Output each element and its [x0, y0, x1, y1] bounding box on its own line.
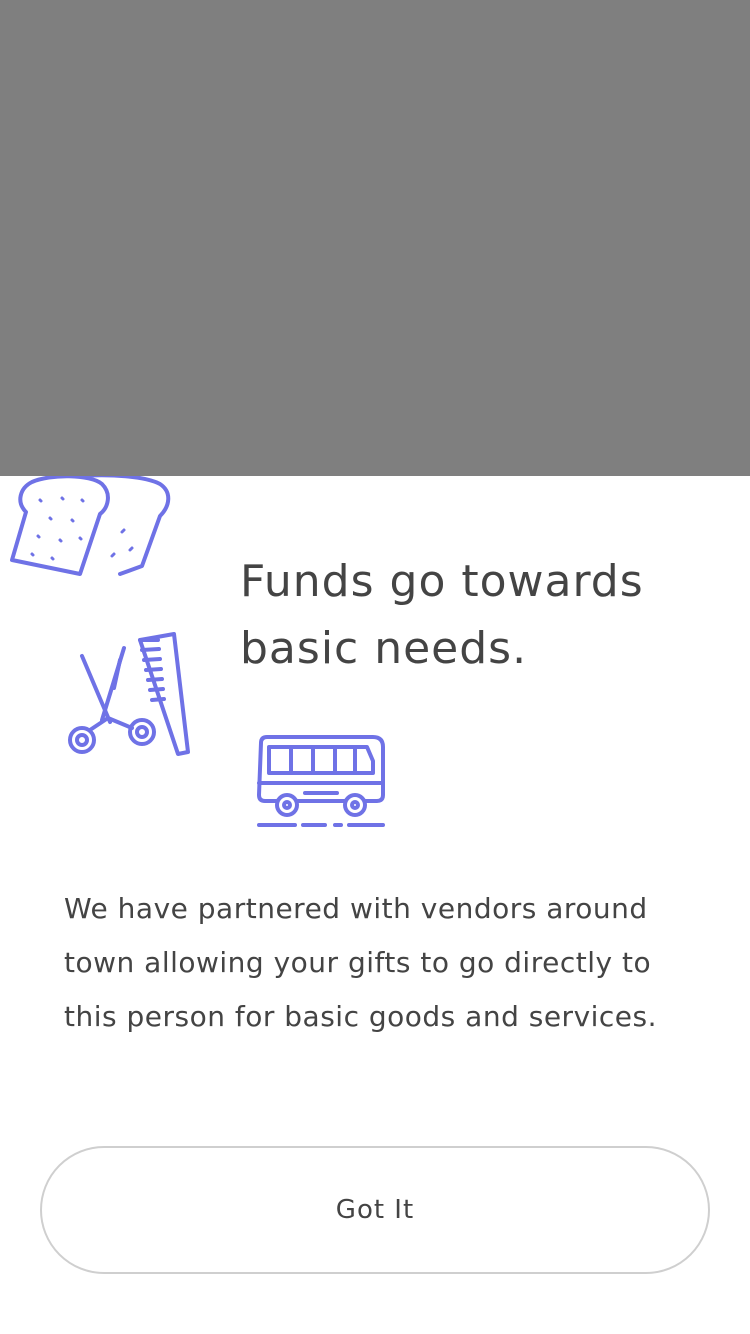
got-it-button[interactable]: Got It — [40, 1146, 710, 1274]
scissors-comb-icon — [62, 630, 192, 760]
bus-icon — [255, 733, 387, 829]
modal-description: We have partnered with vendors around to… — [64, 892, 658, 1033]
modal-backdrop[interactable] — [0, 0, 750, 476]
modal-title: Funds go towards basic needs. — [240, 556, 644, 674]
bread-icon — [10, 476, 175, 588]
